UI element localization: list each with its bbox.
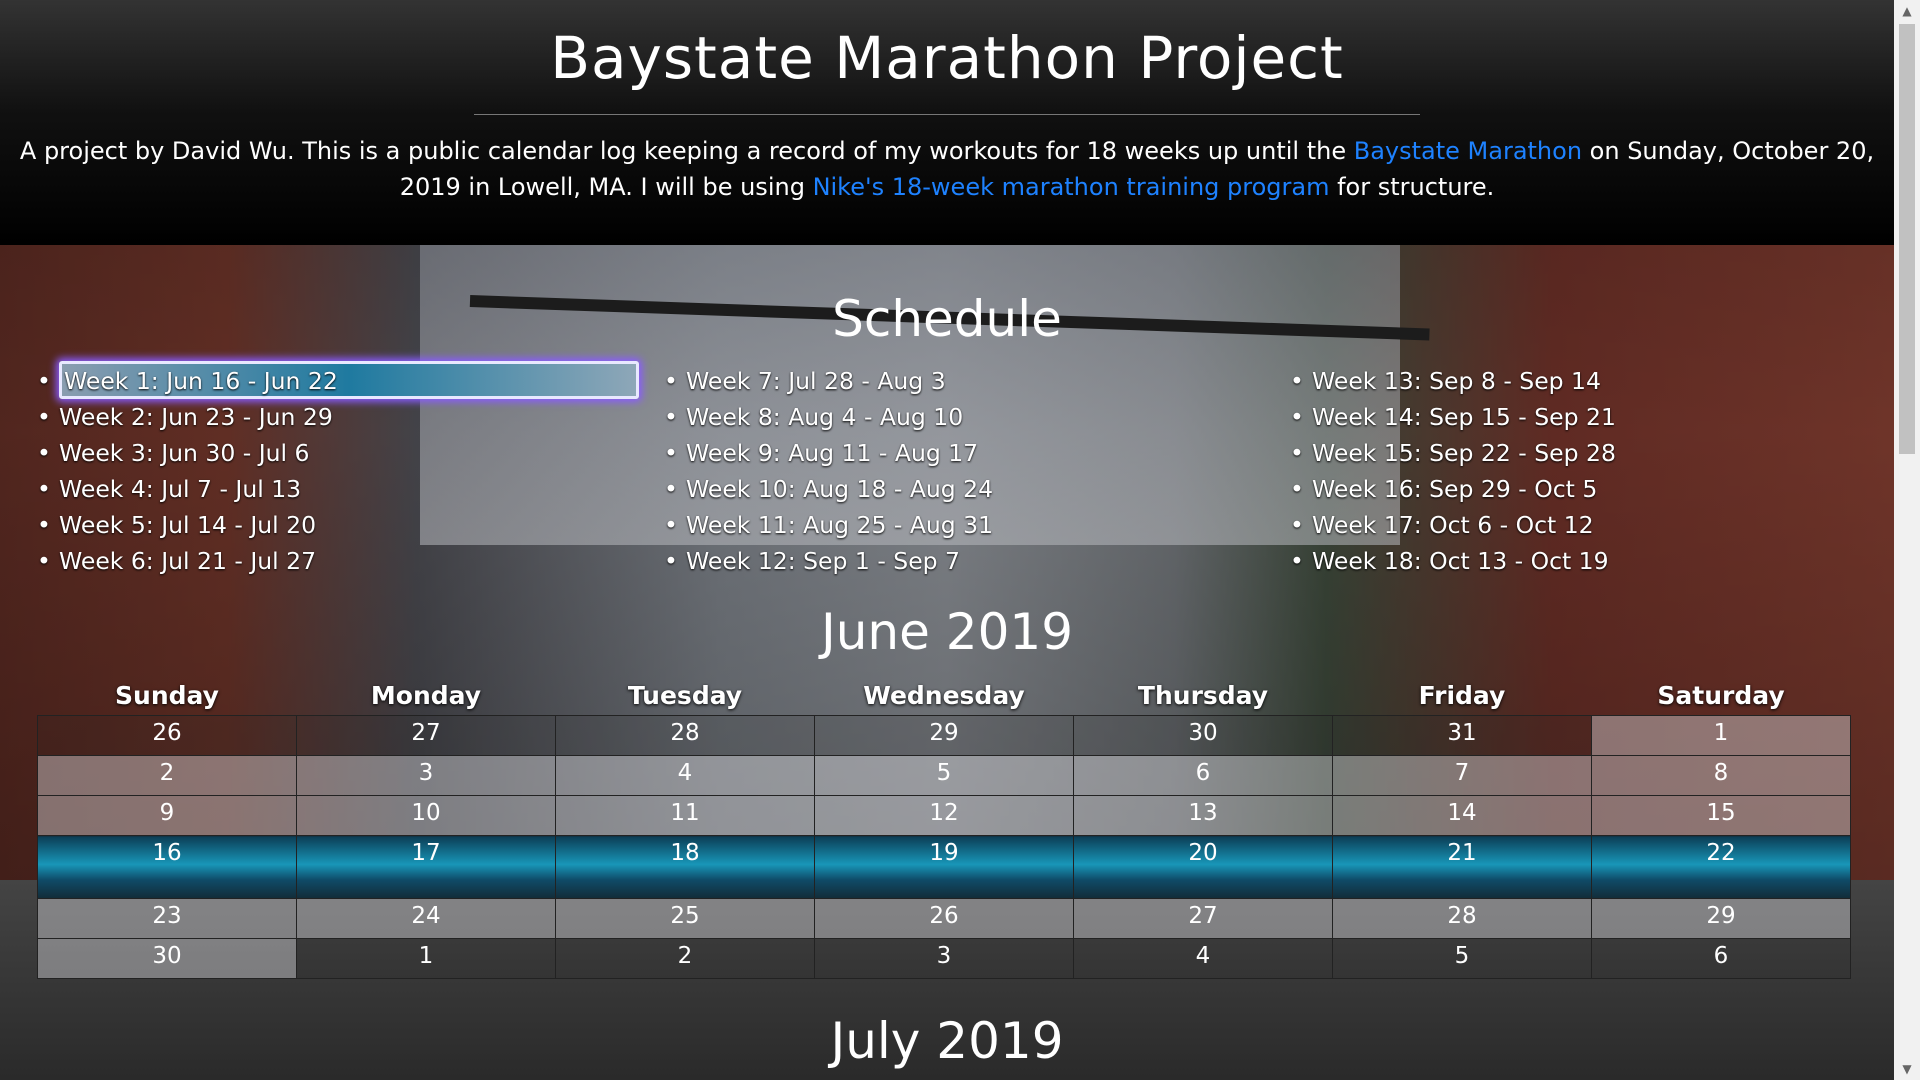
baystate-marathon-link[interactable]: Baystate Marathon [1354,137,1582,165]
calendar-day[interactable]: 13 [1073,795,1333,836]
calendar-day[interactable]: 3 [296,755,556,796]
page-title: Baystate Marathon Project [550,24,1344,92]
calendar-day[interactable]: 8 [1591,755,1851,796]
weekday-header: Wednesday [863,680,1025,710]
schedule-title: Schedule [832,290,1062,348]
calendar-week-row: 9 10 11 12 13 14 15 [37,795,1851,836]
calendar-day[interactable]: 4 [1073,938,1333,979]
calendar-day[interactable]: 6 [1073,755,1333,796]
calendar-day[interactable]: 9 [37,795,297,836]
calendar-day[interactable]: 2 [37,755,297,796]
calendar-day[interactable]: 30 [37,938,297,979]
calendar-day[interactable]: 21 [1332,835,1592,899]
intro-part-3: for structure. [1329,173,1495,201]
week-link[interactable]: Week 17: Oct 6 - Oct 12 [1290,507,1616,543]
chevron-down-icon[interactable]: ▼ [1894,1058,1920,1080]
calendar-day[interactable]: 27 [1073,898,1333,939]
week-link[interactable]: Week 5: Jul 14 - Jul 20 [37,507,589,543]
calendar-day[interactable]: 19 [814,835,1074,899]
week-link[interactable]: Week 8: Aug 4 - Aug 10 [664,399,993,435]
calendar-day[interactable]: 5 [1332,938,1592,979]
calendar-day[interactable]: 20 [1073,835,1333,899]
calendar-day[interactable]: 3 [814,938,1074,979]
week-link[interactable]: Week 6: Jul 21 - Jul 27 [37,543,589,579]
calendar-day[interactable]: 29 [1591,898,1851,939]
week-link[interactable]: Week 7: Jul 28 - Aug 3 [664,363,993,399]
calendar-day[interactable]: 23 [37,898,297,939]
calendar-day[interactable]: 17 [296,835,556,899]
schedule-column-3: Week 13: Sep 8 - Sep 14 Week 14: Sep 15 … [1290,363,1616,579]
calendar-week-row: 23 24 25 26 27 28 29 [37,898,1851,939]
calendar-week-row-highlighted: 16 17 18 19 20 21 22 [37,835,1851,899]
calendar-day[interactable]: 7 [1332,755,1592,796]
calendar-day[interactable]: 30 [1073,715,1333,756]
calendar-day[interactable]: 5 [814,755,1074,796]
week-link[interactable]: Week 12: Sep 1 - Sep 7 [664,543,993,579]
schedule-column-2: Week 7: Jul 28 - Aug 3 Week 8: Aug 4 - A… [664,363,993,579]
chevron-up-icon[interactable]: ▲ [1894,0,1920,22]
schedule-column-1: Week 1: Jun 16 - Jun 22 Week 2: Jun 23 -… [37,361,639,579]
calendar-day[interactable]: 2 [555,938,815,979]
calendar-day[interactable]: 16 [37,835,297,899]
intro-text: A project by David Wu. This is a public … [17,133,1877,205]
intro-part-1: A project by David Wu. This is a public … [19,137,1354,165]
calendar-day[interactable]: 1 [296,938,556,979]
calendar-june: Sunday Monday Tuesday Wednesday Thursday… [37,675,1851,979]
month-title-june: June 2019 [820,603,1074,661]
calendar-week-row: 30 1 2 3 4 5 6 [37,938,1851,979]
header-divider [474,114,1420,115]
calendar-week-row: 26 27 28 29 30 31 1 [37,715,1851,756]
week-link[interactable]: Week 9: Aug 11 - Aug 17 [664,435,993,471]
weekday-header: Monday [370,680,482,710]
calendar-day[interactable]: 31 [1332,715,1592,756]
week-link[interactable]: Week 3: Jun 30 - Jul 6 [37,435,589,471]
calendar-day[interactable]: 28 [1332,898,1592,939]
weekday-header: Tuesday [627,680,743,710]
week-link[interactable]: Week 18: Oct 13 - Oct 19 [1290,543,1616,579]
weekday-header: Friday [1418,680,1506,710]
week-link[interactable]: Week 10: Aug 18 - Aug 24 [664,471,993,507]
week-link[interactable]: Week 1: Jun 16 - Jun 22 [37,361,639,399]
calendar-week-row: 2 3 4 5 6 7 8 [37,755,1851,796]
week-link[interactable]: Week 14: Sep 15 - Sep 21 [1290,399,1616,435]
calendar-day[interactable]: 14 [1332,795,1592,836]
calendar-day[interactable]: 6 [1591,938,1851,979]
calendar-day[interactable]: 4 [555,755,815,796]
week-link[interactable]: Week 2: Jun 23 - Jun 29 [37,399,589,435]
week-link[interactable]: Week 13: Sep 8 - Sep 14 [1290,363,1616,399]
calendar-day[interactable]: 29 [814,715,1074,756]
week-link[interactable]: Week 16: Sep 29 - Oct 5 [1290,471,1616,507]
calendar-day[interactable]: 26 [37,715,297,756]
scrollbar-thumb[interactable] [1899,24,1915,454]
week-link[interactable]: Week 4: Jul 7 - Jul 13 [37,471,589,507]
calendar-day[interactable]: 15 [1591,795,1851,836]
page-scrollbar[interactable]: ▲ ▼ [1894,0,1920,1080]
page-header: Baystate Marathon Project A project by D… [0,0,1894,245]
week-link[interactable]: Week 11: Aug 25 - Aug 31 [664,507,993,543]
calendar-day[interactable]: 10 [296,795,556,836]
calendar-day[interactable]: 1 [1591,715,1851,756]
calendar-day[interactable]: 11 [555,795,815,836]
nike-program-link[interactable]: Nike's 18-week marathon training program [813,173,1330,201]
weekday-header: Saturday [1657,680,1785,710]
calendar-day[interactable]: 26 [814,898,1074,939]
calendar-day[interactable]: 22 [1591,835,1851,899]
calendar-day[interactable]: 12 [814,795,1074,836]
weekday-header-row: Sunday Monday Tuesday Wednesday Thursday… [38,675,1851,716]
calendar-day[interactable]: 24 [296,898,556,939]
month-title-july: July 2019 [830,1012,1064,1070]
week-link[interactable]: Week 15: Sep 22 - Sep 28 [1290,435,1616,471]
calendar-day[interactable]: 27 [296,715,556,756]
calendar-day[interactable]: 25 [555,898,815,939]
weekday-header: Thursday [1137,680,1269,710]
calendar-day[interactable]: 18 [555,835,815,899]
calendar-day[interactable]: 28 [555,715,815,756]
weekday-header: Sunday [115,680,219,710]
